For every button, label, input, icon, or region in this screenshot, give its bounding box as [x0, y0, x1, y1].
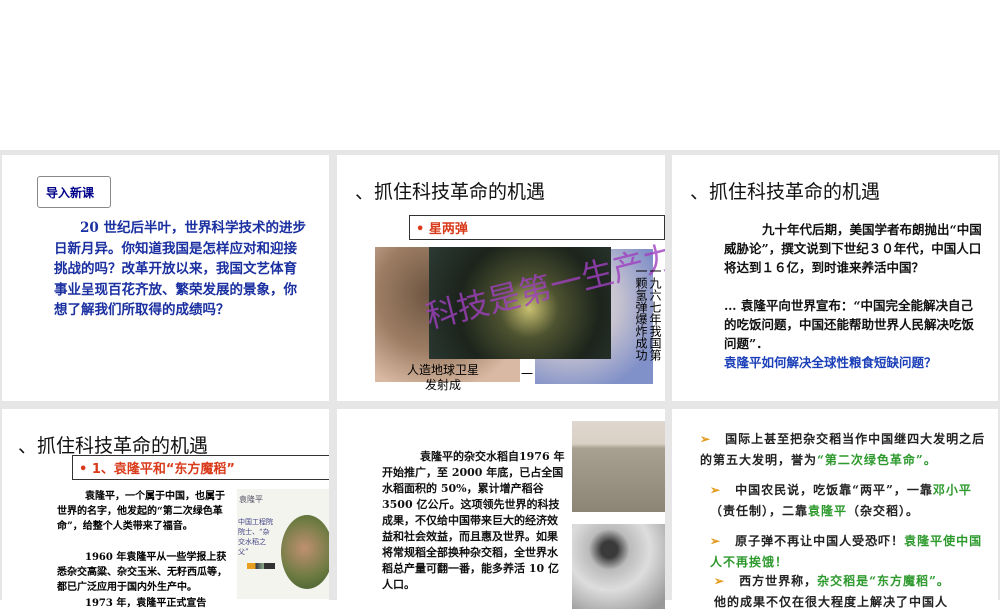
paragraph-3: 1973 年，袁隆平正式宣告	[85, 598, 207, 609]
scroll-badge: 导入新课	[37, 176, 111, 208]
slide-title: 、抓住科技革命的机遇	[18, 435, 209, 457]
subtitle-box: • 1、袁隆平和“东方魔稻”	[72, 455, 329, 480]
yuan-text: … 袁隆平向世界宣布：“中国完全能解决自己的吃饭问题，中国还能帮助世界人民解决吃…	[724, 298, 975, 351]
slide-thumbnail-6[interactable]: ➢ 国际上甚至把杂交稻当作中国继四大发明之后的第五大发明，誉为“第二次绿色革命”。…	[672, 409, 998, 609]
bullet-2: ➢ 中国农民说，吃饭靠“两平”，一靠邓小平（责任制），二靠袁隆平（杂交稻）。	[710, 483, 972, 518]
bullet-4: ➢ 西方世界称，杂交稻是“东方魔稻”。 他的成果不仅在很大程度上解决了中国人	[714, 574, 950, 609]
slide-thumbnail-4[interactable]: 、抓住科技革命的机遇 • 1、袁隆平和“东方魔稻” 袁隆平，一个属于中国，也属于…	[2, 409, 329, 609]
portrait-photo	[281, 515, 329, 589]
portrait-caption: 中国工程院院士、“杂交水稻之父”	[238, 518, 273, 556]
slide-thumbnail-1[interactable]: 导入新课 20 世纪后半叶，世界科学技术的进步日新月异。你知道我国是怎样应对和迎…	[2, 155, 329, 401]
intro-text: 20 世纪后半叶，世界科学技术的进步日新月异。你知道我国是怎样应对和迎接挑战的吗…	[54, 220, 306, 318]
brown-text: 九十年代后期，美国学者布朗抛出“中国威胁论”，撰文说到下世纪３０年代，中国人口将…	[724, 222, 982, 275]
slide-thumbnail-3[interactable]: 、抓住科技革命的机遇 九十年代后期，美国学者布朗抛出“中国威胁论”，撰文说到下世…	[672, 155, 998, 401]
slide-title: 、抓住科技革命的机遇	[690, 181, 881, 203]
caption-hbomb-2: 一颗氢弹爆炸成功	[634, 265, 648, 361]
bullet-1: ➢ 国际上甚至把杂交稻当作中国继四大发明之后的第五大发明，誉为“第二次绿色革命”。	[700, 432, 986, 467]
blank-header-area	[0, 0, 1000, 150]
yuan-portrait-card: 袁隆平 中国工程院院士、“杂交水稻之父”	[237, 489, 329, 599]
caption-mid: 一	[521, 367, 534, 381]
rice-field-photo	[572, 421, 665, 512]
paragraph-2: 1960 年袁隆平从一些学报上获悉杂交高粱、杂交玉米、无籽西瓜等，都已广泛应用于…	[57, 552, 227, 593]
subtitle-box: • 星两弹	[409, 215, 665, 240]
caption-hbomb-1: 一九六七年我国第	[648, 265, 662, 361]
question-text: 袁隆平如何解决全球性粮食短缺问题？	[724, 355, 937, 370]
paragraph-1: 袁隆平，一个属于中国，也属于世界的名字，他发起的“第二次绿色革命”，给整个人类带…	[57, 491, 225, 532]
yuan-photo	[572, 524, 665, 609]
rice-text: 袁隆平的杂交水稻自1976 年开始推广，至 2000 年底，已占全国水稻面积的 …	[382, 450, 565, 591]
caption-satellite: 人造地球卫星发射成	[406, 363, 479, 392]
bullet-3: ➢ 原子弹不再让中国人受恐吓！袁隆平使中国人不再挨饿！	[710, 534, 983, 569]
slide-sorter: 导入新课 20 世纪后半叶，世界科学技术的进步日新月异。你知道我国是怎样应对和迎…	[0, 150, 1000, 609]
slide-title: 、抓住科技革命的机遇	[355, 181, 546, 203]
portrait-label: 袁隆平	[239, 495, 263, 504]
slide-thumbnail-2[interactable]: 、抓住科技革命的机遇 • 星两弹 科技是第一生产力! 人造地球卫星发射成 一 一…	[337, 155, 665, 401]
slide-thumbnail-5[interactable]: 袁隆平的杂交水稻自1976 年开始推广，至 2000 年底，已占全国水稻面积的 …	[337, 409, 665, 609]
color-bar	[247, 563, 275, 569]
